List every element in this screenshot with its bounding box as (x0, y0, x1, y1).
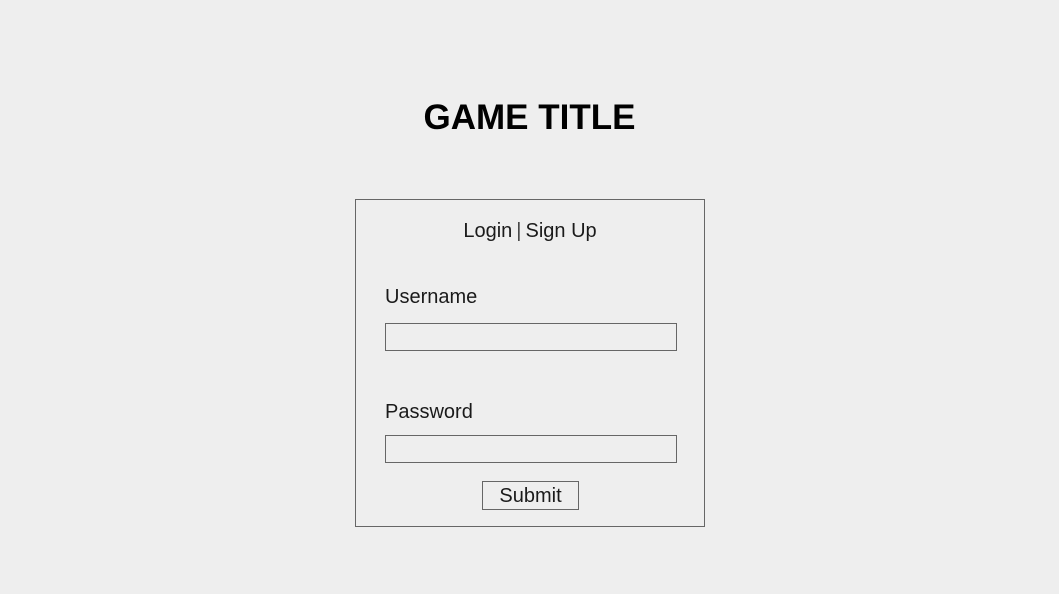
password-label: Password (385, 401, 473, 423)
password-input[interactable] (385, 435, 677, 463)
auth-tabs: Login | Sign Up (356, 219, 704, 243)
username-label: Username (385, 286, 478, 308)
login-page: GAME TITLE Login | Sign Up Username Passwo… (0, 0, 1059, 594)
tab-separator: | (516, 220, 522, 242)
submit-button[interactable]: Submit (482, 481, 579, 510)
game-title: GAME TITLE (423, 98, 636, 137)
tab-login[interactable]: Login (463, 220, 512, 242)
tab-sign-up[interactable]: Sign Up (525, 220, 596, 242)
auth-panel: Login | Sign Up Username Password Submit (355, 199, 705, 527)
username-input[interactable] (385, 323, 677, 351)
